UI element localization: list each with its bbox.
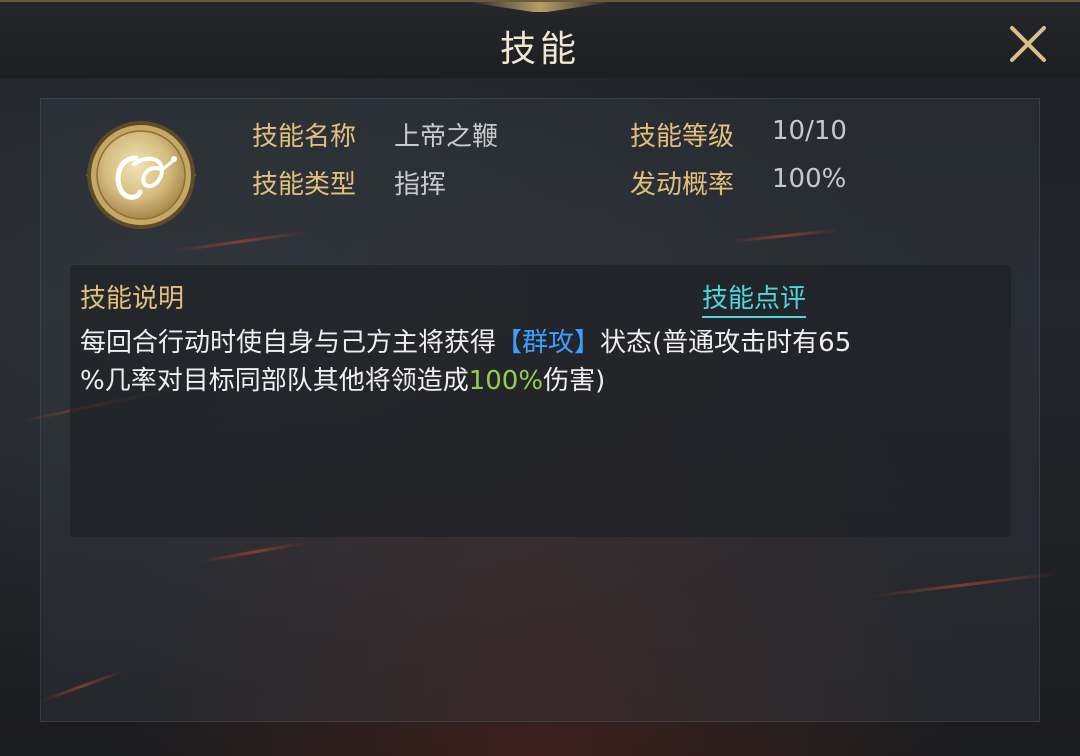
description-part: 每回合行动时使自身与己方主将获得 <box>80 328 497 358</box>
skill-name-value: 上帝之鞭 <box>394 122 499 152</box>
description-part: 伤害) <box>543 366 606 396</box>
skill-type-label: 技能类型 <box>252 170 357 200</box>
page-title: 技能 <box>499 29 580 70</box>
description-title: 技能说明 <box>80 284 185 314</box>
skill-review-link[interactable]: 技能点评 <box>702 278 807 318</box>
skill-level-label: 技能等级 <box>630 122 735 152</box>
description-text: 每回合行动时使自身与己方主将获得【群攻】状态(普通攻击时有65 %几率对目标同部… <box>80 324 980 400</box>
whip-icon <box>84 118 198 232</box>
keyword-group-attack: 【群攻】 <box>496 328 601 358</box>
skill-type-value: 指挥 <box>394 170 447 200</box>
skill-name-label: 技能名称 <box>252 122 357 152</box>
close-button[interactable] <box>1004 20 1052 68</box>
skill-level-value: 10/10 <box>772 116 847 146</box>
trigger-chance-label: 发动概率 <box>630 170 735 200</box>
description-box <box>70 265 1011 537</box>
close-icon <box>1010 26 1046 62</box>
description-part: 状态(普通攻击时有65 <box>600 328 852 358</box>
title-ornament <box>468 2 612 12</box>
skill-dialog: 技能 技能名称 上帝之鞭 技能等级 10/10 技能类型 指挥 发动概率 100… <box>0 0 1080 756</box>
damage-highlight: 100% <box>468 366 544 396</box>
trigger-chance-value: 100% <box>772 164 847 194</box>
title-bar: 技能 <box>0 0 1080 78</box>
description-part: %几率对目标同部队其他将领造成 <box>80 366 469 396</box>
